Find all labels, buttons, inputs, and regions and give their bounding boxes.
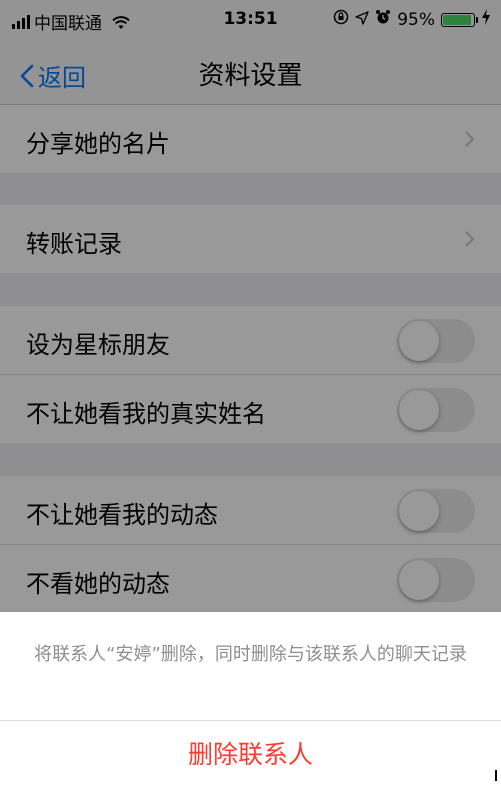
dim-overlay[interactable]: [0, 0, 501, 612]
delete-contact-button[interactable]: 删除联系人: [0, 721, 501, 788]
sheet-message: 将联系人“安婷”删除，同时删除与该联系人的聊天记录: [34, 644, 467, 665]
screen: 中国联通 13:51 95% 返回 资料设置 分享她的名片 转账记录 设为星标朋…: [0, 0, 501, 788]
action-sheet: 将联系人“安婷”删除，同时删除与该联系人的聊天记录 删除联系人: [0, 612, 501, 788]
text-cursor: [495, 770, 497, 781]
